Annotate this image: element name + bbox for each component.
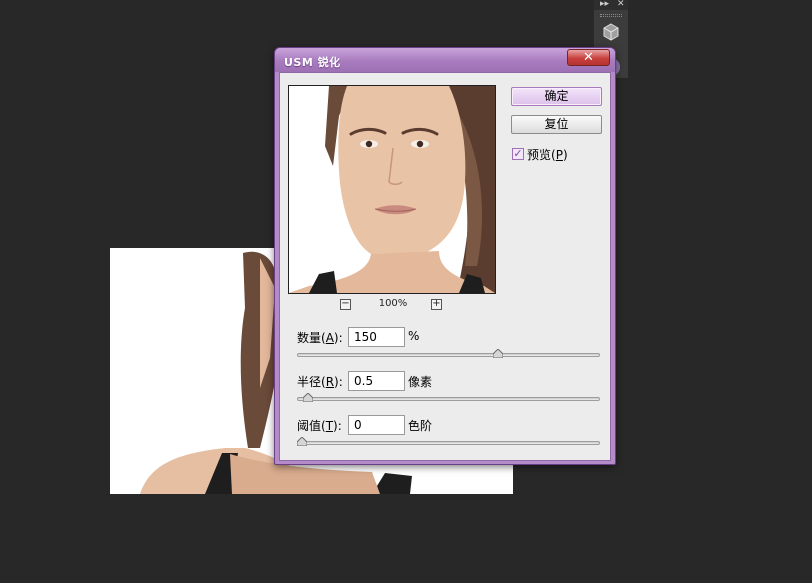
cube-icon[interactable]: [600, 22, 622, 42]
plus-icon: +: [432, 298, 441, 309]
preview-label-key: P: [555, 148, 563, 162]
amount-label-key: A: [325, 331, 334, 345]
preview-image[interactable]: [288, 85, 496, 294]
ok-button[interactable]: 确定: [511, 87, 602, 106]
threshold-slider[interactable]: [297, 441, 600, 445]
threshold-unit: 色阶: [408, 419, 433, 433]
amount-label: 数量(A):: [297, 329, 343, 346]
checkmark-icon: ✓: [513, 147, 523, 160]
zoom-level: 100%: [378, 298, 408, 309]
zoom-controls: − 100% +: [288, 297, 496, 313]
amount-slider[interactable]: [297, 353, 600, 357]
threshold-label-prefix: 阈值(: [297, 419, 326, 433]
preview-label-prefix: 预览(: [527, 148, 556, 162]
threshold-slider-thumb[interactable]: [297, 437, 307, 446]
close-button[interactable]: ✕: [567, 49, 610, 66]
preview-photo: [289, 86, 495, 293]
minus-icon: −: [341, 298, 350, 309]
preview-checkbox[interactable]: ✓: [512, 148, 524, 160]
radius-label: 半径(R):: [297, 373, 343, 390]
reset-button[interactable]: 复位: [511, 115, 602, 134]
panel-top-bar: ▸▸ ✕: [594, 0, 628, 10]
threshold-label: 阈值(T):: [297, 417, 342, 434]
amount-unit: %: [408, 329, 420, 343]
panel-grip[interactable]: [600, 14, 622, 17]
amount-input[interactable]: 150: [348, 327, 405, 347]
expand-panels-icon[interactable]: ▸▸: [600, 0, 609, 9]
radius-label-suffix: ):: [334, 375, 343, 389]
amount-slider-thumb[interactable]: [493, 349, 504, 358]
preview-label: 预览(P): [527, 146, 568, 163]
amount-label-suffix: ):: [333, 331, 343, 345]
unsharp-mask-dialog: USM 锐化 ✕ − 100% + 确定 复位 ✓ 预览(P) 数量(A): 1…: [274, 47, 616, 465]
dialog-body: − 100% + 确定 复位 ✓ 预览(P) 数量(A): 150 % 半径(R…: [279, 72, 611, 461]
dialog-titlebar[interactable]: USM 锐化 ✕: [275, 48, 615, 72]
dialog-title: USM 锐化: [284, 56, 341, 69]
threshold-label-suffix: ):: [333, 419, 342, 433]
threshold-input[interactable]: 0: [348, 415, 405, 435]
radius-slider-thumb[interactable]: [302, 393, 313, 402]
zoom-in-button[interactable]: +: [431, 299, 442, 310]
radius-slider[interactable]: [297, 397, 600, 401]
radius-label-prefix: 半径(: [297, 375, 326, 389]
radius-unit: 像素: [408, 375, 433, 389]
close-panel-icon[interactable]: ✕: [617, 0, 625, 9]
radius-label-key: R: [325, 375, 335, 389]
zoom-out-button[interactable]: −: [340, 299, 351, 310]
threshold-label-key: T: [325, 419, 334, 433]
preview-label-suffix: ): [562, 148, 568, 162]
radius-input[interactable]: 0.5: [348, 371, 405, 391]
close-icon: ✕: [583, 50, 594, 65]
amount-label-prefix: 数量(: [297, 331, 326, 345]
